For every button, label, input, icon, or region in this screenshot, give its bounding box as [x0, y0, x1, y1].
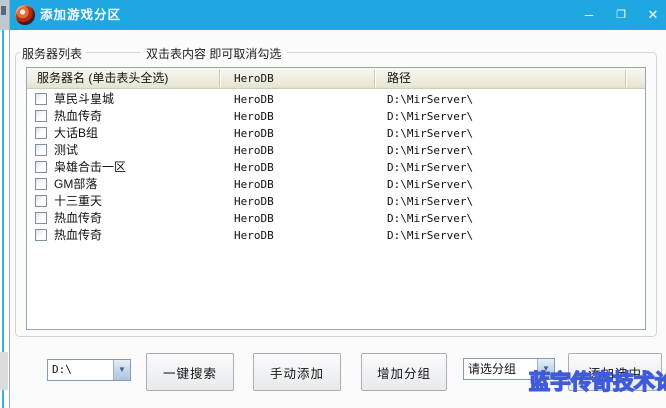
row-checkbox[interactable]: [35, 144, 47, 156]
server-table: 服务器名 (单击表头全选) HeroDB 路径 草民斗皇城 HeroDB D:\Mi…: [26, 67, 646, 330]
cell-herodb: HeroDB: [234, 108, 274, 125]
title-bar[interactable]: 添加游戏分区 ─ ❐ ✕: [10, 0, 666, 30]
maximize-button[interactable]: ❐: [608, 0, 634, 30]
cell-herodb: HeroDB: [234, 176, 274, 193]
header-server-name[interactable]: 服务器名 (单击表头全选): [37, 68, 168, 89]
group-select-combobox[interactable]: 请选分组 ▼: [463, 358, 555, 380]
drive-combobox[interactable]: D:\ ▼: [47, 359, 131, 381]
row-checkbox[interactable]: [35, 110, 47, 122]
table-row[interactable]: 枭雄合击一区 HeroDB D:\MirServer\: [27, 159, 645, 176]
table-row[interactable]: 测试 HeroDB D:\MirServer\: [27, 142, 645, 159]
cell-path: D:\MirServer\: [387, 210, 473, 227]
cell-path: D:\MirServer\: [387, 176, 473, 193]
cell-server-name: 热血传奇: [54, 227, 102, 244]
table-row[interactable]: 热血传奇 HeroDB D:\MirServer\: [27, 210, 645, 227]
cell-herodb: HeroDB: [234, 142, 274, 159]
header-path[interactable]: 路径: [387, 68, 411, 89]
cell-server-name: 热血传奇: [54, 210, 102, 227]
header-divider: [219, 70, 220, 87]
table-row[interactable]: 大话B组 HeroDB D:\MirServer\: [27, 125, 645, 142]
background-window-titlebar: [0, 0, 9, 30]
row-checkbox[interactable]: [35, 178, 47, 190]
cell-path: D:\MirServer\: [387, 125, 473, 142]
chevron-down-icon[interactable]: ▼: [113, 360, 130, 380]
cell-herodb: HeroDB: [234, 193, 274, 210]
table-row[interactable]: 草民斗皇城 HeroDB D:\MirServer\: [27, 91, 645, 108]
table-header[interactable]: 服务器名 (单击表头全选) HeroDB 路径: [27, 68, 645, 89]
cell-server-name: 草民斗皇城: [54, 91, 114, 108]
table-rows: 草民斗皇城 HeroDB D:\MirServer\ 热血传奇 HeroDB D:\Mir…: [27, 91, 645, 244]
app-icon: [15, 5, 35, 25]
table-row[interactable]: 热血传奇 HeroDB D:\MirServer\: [27, 227, 645, 244]
row-checkbox[interactable]: [35, 229, 47, 241]
chevron-down-icon[interactable]: ▼: [537, 359, 554, 379]
row-checkbox[interactable]: [35, 93, 47, 105]
cell-server-name: GM部落: [54, 176, 97, 193]
add-group-button[interactable]: 增加分组: [361, 353, 447, 391]
header-divider: [374, 70, 375, 87]
cell-herodb: HeroDB: [234, 210, 274, 227]
background-window-block: [0, 352, 8, 390]
table-row[interactable]: 十三重天 HeroDB D:\MirServer\: [27, 193, 645, 210]
cell-path: D:\MirServer\: [387, 159, 473, 176]
cell-path: D:\MirServer\: [387, 142, 473, 159]
cell-path: D:\MirServer\: [387, 227, 473, 244]
row-checkbox[interactable]: [35, 212, 47, 224]
drive-combobox-value: D:\: [52, 360, 72, 380]
cell-herodb: HeroDB: [234, 125, 274, 142]
minimize-button[interactable]: ─: [576, 0, 602, 30]
cell-herodb: HeroDB: [234, 159, 274, 176]
groupbox-hint: 双击表内容 即可取消勾选: [140, 45, 287, 62]
row-checkbox[interactable]: [35, 127, 47, 139]
groupbox-title: 服务器列表: [20, 45, 86, 62]
cell-path: D:\MirServer\: [387, 108, 473, 125]
close-button[interactable]: ✕: [640, 0, 666, 30]
add-game-partition-dialog: 添加游戏分区 ─ ❐ ✕ 服务器列表 双击表内容 即可取消勾选 服务器名 (单击…: [9, 0, 666, 408]
background-window-mark: [1, 6, 6, 15]
add-selected-button[interactable]: 添加选中: [568, 353, 662, 391]
row-checkbox[interactable]: [35, 161, 47, 173]
cell-server-name: 热血传奇: [54, 108, 102, 125]
background-window-sliver: [0, 0, 9, 408]
header-herodb[interactable]: HeroDB: [234, 68, 274, 89]
manual-add-button[interactable]: 手动添加: [253, 353, 341, 391]
cell-herodb: HeroDB: [234, 227, 274, 244]
cell-path: D:\MirServer\: [387, 193, 473, 210]
cell-path: D:\MirServer\: [387, 91, 473, 108]
cell-server-name: 大话B组: [54, 125, 98, 142]
cell-server-name: 十三重天: [54, 193, 102, 210]
cell-server-name: 枭雄合击一区: [54, 159, 126, 176]
table-row[interactable]: GM部落 HeroDB D:\MirServer\: [27, 176, 645, 193]
cell-herodb: HeroDB: [234, 91, 274, 108]
cell-server-name: 测试: [54, 142, 78, 159]
header-divider: [625, 70, 626, 87]
row-checkbox[interactable]: [35, 195, 47, 207]
one-key-search-button[interactable]: 一键搜索: [146, 353, 234, 391]
table-row[interactable]: 热血传奇 HeroDB D:\MirServer\: [27, 108, 645, 125]
group-select-value: 请选分组: [468, 359, 516, 379]
window-title: 添加游戏分区: [40, 0, 121, 30]
